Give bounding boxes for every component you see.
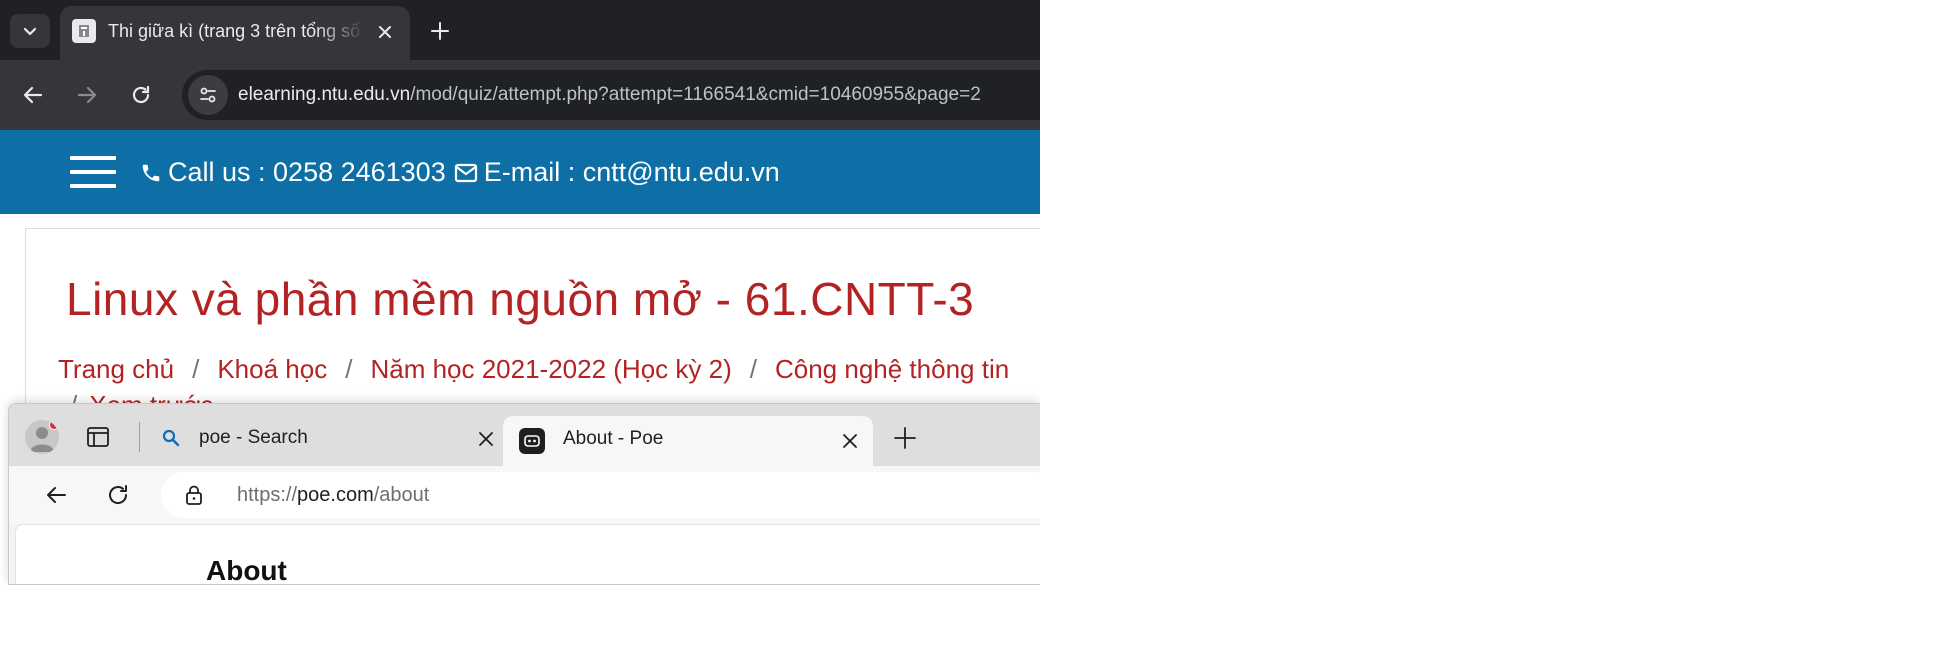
lock-icon <box>186 485 202 505</box>
chrome-toolbar: elearning.ntu.edu.vn/mod/quiz/attempt.ph… <box>0 60 1040 130</box>
tab-title: About - Poe <box>563 428 664 449</box>
chrome-tab-active[interactable]: Thi giữa kì (trang 3 trên tổng số <box>60 6 410 60</box>
url-scheme: https:// <box>237 484 298 506</box>
tab-search-button[interactable] <box>10 14 50 48</box>
forward-button[interactable] <box>72 80 102 110</box>
chevron-down-icon <box>23 27 37 36</box>
close-icon[interactable] <box>477 430 495 448</box>
close-icon[interactable] <box>841 432 859 450</box>
edge-page-content: About <box>15 524 1040 585</box>
search-icon <box>162 429 180 447</box>
new-tab-button[interactable] <box>891 424 919 452</box>
phone-text: Call us : 0258 2461303 <box>168 157 446 187</box>
tab-divider <box>139 422 140 452</box>
tune-icon <box>200 87 216 103</box>
breadcrumb-year[interactable]: Năm học 2021-2022 (Học kỳ 2) <box>370 354 731 384</box>
edge-window: poe - Search About - Poe https://poe.com… <box>8 403 1040 585</box>
breadcrumb-separator: / <box>192 354 200 384</box>
tab-poe-search[interactable]: poe - Search <box>157 418 497 458</box>
breadcrumb-department[interactable]: Công nghệ thông tin <box>775 354 1009 384</box>
breadcrumb: Trang chủ / Khoá học / Năm học 2021-2022 (Họ… <box>58 354 1009 385</box>
envelope-icon <box>454 163 477 182</box>
chrome-tab-strip: Thi giữa kì (trang 3 trên tổng số <box>0 0 1040 60</box>
reload-button[interactable] <box>126 80 156 110</box>
chrome-window: Thi giữa kì (trang 3 trên tổng số elearn… <box>0 0 1040 585</box>
close-icon[interactable] <box>374 21 396 43</box>
reload-icon <box>132 85 150 104</box>
new-tab-button[interactable] <box>425 16 455 46</box>
site-header: Call us : 0258 2461303 E-mail : cntt@ntu… <box>0 130 1040 214</box>
breadcrumb-courses[interactable]: Khoá học <box>217 354 327 384</box>
notification-dot <box>49 420 59 430</box>
tab-title: Thi giữa kì (trang 3 trên tổng số <box>108 21 361 41</box>
course-title: Linux và phần mềm nguồn mở - 61.CNTT-3 <box>66 273 975 325</box>
edge-tab-strip: poe - Search About - Poe <box>9 404 1040 466</box>
url-text: elearning.ntu.edu.vn/mod/quiz/attempt.ph… <box>238 84 981 106</box>
url-path: /mod/quiz/attempt.php?attempt=1166541&cm… <box>410 84 981 105</box>
site-info-button[interactable] <box>188 75 228 115</box>
edge-toolbar: https://poe.com/about <box>9 466 1040 524</box>
back-button[interactable] <box>18 80 48 110</box>
reload-icon <box>109 485 128 504</box>
plus-icon <box>431 22 449 40</box>
tab-about-poe[interactable]: About - Poe <box>503 416 873 466</box>
arrow-right-icon <box>77 86 97 104</box>
email-text: E-mail : cntt@ntu.edu.vn <box>483 157 780 187</box>
arrow-left-icon <box>23 86 43 104</box>
url-host: elearning.ntu.edu.vn <box>238 84 411 105</box>
desktop: Thi giữa kì (trang 3 trên tổng số elearn… <box>0 0 1943 652</box>
tab-title: poe - Search <box>199 427 308 448</box>
back-button[interactable] <box>41 480 71 510</box>
phone-icon <box>142 164 160 181</box>
reload-button[interactable] <box>103 480 133 510</box>
breadcrumb-separator: / <box>749 354 757 384</box>
poe-logo-icon <box>519 428 545 454</box>
breadcrumb-separator: / <box>345 354 353 384</box>
url-path: /about <box>373 484 430 506</box>
hamburger-menu-icon[interactable] <box>70 156 116 188</box>
url-host: poe.com <box>297 484 374 506</box>
page-title: About <box>206 555 287 585</box>
avatar-icon[interactable] <box>25 420 59 454</box>
url-text: https://poe.com/about <box>237 484 429 507</box>
breadcrumb-home[interactable]: Trang chủ <box>58 354 174 384</box>
address-bar[interactable]: https://poe.com/about <box>161 472 1040 518</box>
moodle-icon <box>72 19 96 43</box>
contact-info: Call us : 0258 2461303 E-mail : cntt@ntu… <box>140 157 780 188</box>
address-bar[interactable]: elearning.ntu.edu.vn/mod/quiz/attempt.ph… <box>182 70 1040 120</box>
workspaces-icon[interactable] <box>85 424 111 450</box>
arrow-left-icon <box>47 487 66 503</box>
